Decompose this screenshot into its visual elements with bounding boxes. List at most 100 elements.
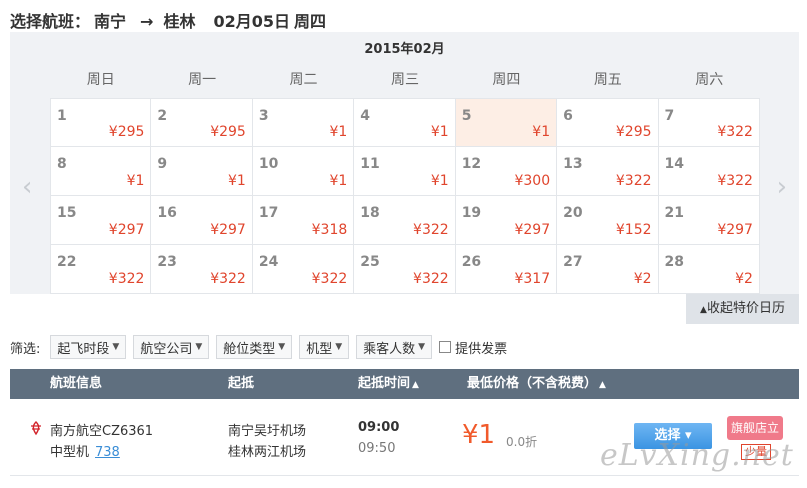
calendar-day[interactable]: 19 ¥297 <box>455 196 558 245</box>
checkbox-box[interactable] <box>439 341 452 353</box>
calendar-day[interactable]: 23 ¥322 <box>151 245 253 294</box>
weekday-label: 周二 <box>289 72 318 88</box>
col-time-label: 起抵时间 <box>358 376 411 391</box>
calendar-day[interactable]: 9 ¥1 <box>151 147 253 196</box>
site-watermark: eLvXing.net <box>600 438 794 473</box>
day-price: ¥1 <box>329 173 348 189</box>
day-price: ¥322 <box>717 173 753 189</box>
filter-passengers[interactable]: 乘客人数 ▼ <box>356 335 433 359</box>
destination-city: 桂林 <box>163 12 196 31</box>
weekday-label: 周五 <box>593 72 622 88</box>
day-number: 21 <box>664 205 685 221</box>
aircraft-info: 中型机 738 <box>50 441 120 460</box>
promo-badge: 旗舰店立减 <box>727 416 783 459</box>
day-number: 18 <box>360 205 380 221</box>
calendar-day[interactable]: 28 ¥2 <box>658 245 760 294</box>
invoice-checkbox[interactable]: 提供发票 <box>439 338 507 357</box>
calendar-day[interactable]: 1 ¥295 <box>50 98 152 147</box>
filter-departure-time[interactable]: 起飞时段 ▼ <box>50 335 127 359</box>
next-month-icon[interactable]: › <box>777 174 787 200</box>
weekday-label: 周三 <box>390 72 419 88</box>
departure-time: 09:00 <box>358 420 400 435</box>
collapse-calendar-label: 收起特价日历 <box>706 301 785 316</box>
day-number: 24 <box>258 254 279 270</box>
calendar-week: 22 ¥322 23 ¥322 24 ¥322 25 ¥322 26 ¥317 27 ¥2 28 ¥2 <box>50 245 760 294</box>
invoice-label: 提供发票 <box>455 341 508 357</box>
sort-up-icon: ▲ <box>599 380 606 390</box>
calendar-day[interactable]: 10 ¥1 <box>252 147 355 196</box>
calendar-day[interactable]: 2 ¥295 <box>151 98 253 147</box>
calendar-day[interactable]: 11 ¥1 <box>354 147 456 196</box>
day-price: ¥1 <box>329 124 348 140</box>
day-price: ¥322 <box>413 222 449 238</box>
calendar-day[interactable]: 13 ¥322 <box>557 147 659 196</box>
origin-city: 南宁 <box>94 12 127 31</box>
day-number: 26 <box>461 254 482 270</box>
day-price: ¥1 <box>126 173 145 189</box>
day-price: ¥2 <box>735 271 753 287</box>
day-number: 28 <box>664 254 685 270</box>
day-price: ¥322 <box>717 124 753 140</box>
lowest-price: ¥1 <box>462 420 496 450</box>
day-price: ¥1 <box>532 124 551 140</box>
calendar-day[interactable]: 7 ¥322 <box>658 98 760 147</box>
filter-aircraft-type-label: 机型 <box>306 341 333 357</box>
arrival-airport: 桂林两江机场 <box>228 445 307 460</box>
calendar-day[interactable]: 6 ¥295 <box>557 98 659 147</box>
page-title: 选择航班： 南宁 → 桂林 02月05日 周四 <box>10 8 330 32</box>
calendar-day[interactable]: 25 ¥322 <box>354 245 456 294</box>
collapse-calendar-button[interactable]: ▲收起特价日历 <box>686 294 799 324</box>
calendar-day[interactable]: 18 ¥322 <box>354 196 456 245</box>
calendar-day[interactable]: 14 ¥322 <box>658 147 760 196</box>
calendar-day[interactable]: 22 ¥322 <box>50 245 152 294</box>
weekday-label: 周一 <box>188 72 217 88</box>
day-price: ¥297 <box>210 222 246 238</box>
filter-airline[interactable]: 航空公司 ▼ <box>133 335 210 359</box>
calendar-day[interactable]: 21 ¥297 <box>658 196 760 245</box>
col-price-sort[interactable]: 最低价格（不含税费） ▲ <box>467 369 606 400</box>
filter-cabin-class-label: 舱位类型 <box>223 341 276 357</box>
weekday-label: 周六 <box>695 72 724 88</box>
departure-airport: 南宁吴圩机场 <box>228 424 307 439</box>
discount-rate: 0.0折 <box>506 435 538 449</box>
calendar-week: 1 ¥295 2 ¥295 3 ¥1 4 ¥1 5 ¥1 6 ¥295 7 ¥322 <box>50 98 760 147</box>
day-number: 1 <box>57 108 67 124</box>
calendar-day[interactable]: 17 ¥318 <box>252 196 355 245</box>
day-price: ¥322 <box>210 271 246 287</box>
calendar-day[interactable]: 27 ¥2 <box>557 245 659 294</box>
col-time-sort[interactable]: 起抵时间 ▲ <box>358 369 419 400</box>
col-flight-info: 航班信息 <box>50 376 103 391</box>
calendar-week: 15 ¥297 16 ¥297 17 ¥318 18 ¥322 19 ¥297 20 ¥152 21 ¥2… <box>50 196 760 245</box>
filter-aircraft-type[interactable]: 机型 ▼ <box>299 335 350 359</box>
day-number: 7 <box>664 108 675 124</box>
day-number: 5 <box>461 108 472 124</box>
calendar-day[interactable]: 20 ¥152 <box>557 196 659 245</box>
day-price: ¥297 <box>717 222 753 238</box>
calendar-day[interactable]: 12 ¥300 <box>455 147 558 196</box>
day-number: 27 <box>563 254 583 270</box>
fare-calendar: 2015年02月 ‹ › 周日 周一 周二 周三 周四 周五 周六 1 ¥295 2… <box>10 32 799 294</box>
collapse-up-icon: ▲ <box>700 305 707 315</box>
weekday-header: 周日 周一 周二 周三 周四 周五 周六 <box>50 62 760 98</box>
calendar-day[interactable]: 15 ¥297 <box>50 196 152 245</box>
aircraft-model-link[interactable]: 738 <box>95 445 120 460</box>
calendar-day[interactable]: 16 ¥297 <box>151 196 253 245</box>
day-price: ¥1 <box>430 173 449 189</box>
filter-cabin-class[interactable]: 舱位类型 ▼ <box>216 335 293 359</box>
chevron-down-icon: ▼ <box>112 342 120 352</box>
calendar-day[interactable]: 8 ¥1 <box>50 147 152 196</box>
calendar-day[interactable]: 3 ¥1 <box>252 98 355 147</box>
calendar-day[interactable]: 24 ¥322 <box>252 245 355 294</box>
day-number: 20 <box>563 205 583 221</box>
prev-month-icon[interactable]: ‹ <box>22 174 32 200</box>
calendar-day[interactable]: 4 ¥1 <box>354 98 456 147</box>
day-price: ¥297 <box>108 222 145 238</box>
calendar-day[interactable]: 26 ¥317 <box>455 245 558 294</box>
sort-up-icon: ▲ <box>412 380 419 390</box>
chevron-down-icon: ▼ <box>278 342 286 352</box>
day-price: ¥318 <box>311 222 348 238</box>
arrival-time: 09:50 <box>358 441 396 456</box>
day-number: 17 <box>258 205 279 221</box>
day-number: 25 <box>360 254 380 270</box>
calendar-day[interactable]: 5 ¥1 <box>455 98 558 147</box>
